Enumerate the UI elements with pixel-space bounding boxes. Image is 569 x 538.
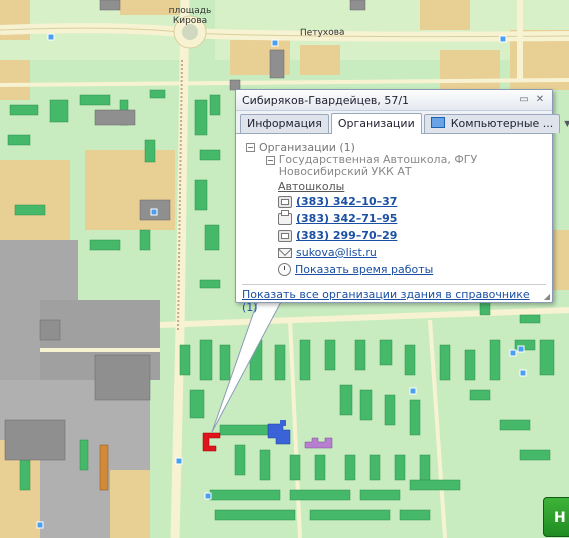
clock-icon (278, 263, 291, 276)
organization-entry: − Государственная Автошкола, ФГУ Новосиб… (266, 154, 544, 278)
minimize-icon[interactable]: ▭ (518, 94, 530, 106)
street-label: Петухова (299, 27, 345, 39)
fax-icon (278, 209, 292, 225)
email-link[interactable]: sukova@list.ru (296, 246, 377, 259)
green-action-button[interactable]: Н (543, 497, 569, 537)
popup-tabs: Информация Организации Компьютерные ... … (236, 111, 569, 134)
phone-icon (278, 195, 292, 208)
organizations-count: (1) (242, 301, 258, 314)
organizations-header: − Организации (1) (246, 140, 544, 154)
phone-link[interactable]: (383) 342–71–95 (296, 212, 397, 225)
phone-icon (278, 229, 292, 242)
organizations-content: − Организации (1) − Государственная Авто… (236, 134, 552, 278)
phone-row: (383) 299–70–29 (278, 227, 544, 244)
collapse-icon[interactable]: − (246, 142, 255, 152)
building-info-popup: Сибиряков-Гвардейцев, 57/1 ▭ ✕ Информаци… (235, 89, 569, 314)
show-hours-link[interactable]: Показать время работы (295, 263, 433, 276)
organizations-header-label: Организации (1) (259, 140, 355, 154)
tab-computer-label: Компьютерные ... (450, 117, 554, 130)
tab-organizations[interactable]: Организации (330, 113, 422, 134)
email-row: sukova@list.ru (278, 244, 544, 261)
popup-title: Сибиряков-Гвардейцев, 57/1 (242, 93, 410, 107)
tab-information[interactable]: Информация (240, 114, 329, 133)
popup-titlebar[interactable]: Сибиряков-Гвардейцев, 57/1 ▭ ✕ (236, 90, 552, 111)
resize-grip-icon[interactable]: ◢ (544, 292, 550, 301)
category-link[interactable]: Автошколы (278, 180, 544, 193)
collapse-icon[interactable]: − (266, 156, 275, 165)
mail-icon (278, 247, 292, 258)
square-label: площадь Кирова (168, 6, 212, 26)
phone-row: (383) 342–10–37 (278, 193, 544, 210)
phone-link[interactable]: (383) 299–70–29 (296, 229, 397, 242)
computer-icon (430, 117, 445, 128)
tabs-scroll-icon[interactable]: ▼ (562, 115, 569, 133)
hours-row: Показать время работы (278, 261, 544, 278)
organization-name: Государственная Автошкола, ФГУ Новосибир… (278, 153, 478, 178)
close-icon[interactable]: ✕ (534, 94, 546, 106)
fax-row: (383) 342–71–95 (278, 209, 544, 227)
show-all-organizations-link[interactable]: Показать все организации здания в справо… (242, 288, 530, 301)
phone-link[interactable]: (383) 342–10–37 (296, 195, 397, 208)
popup-footer: Показать все организации здания в справо… (236, 285, 552, 314)
tab-computer[interactable]: Компьютерные ... (423, 114, 561, 133)
